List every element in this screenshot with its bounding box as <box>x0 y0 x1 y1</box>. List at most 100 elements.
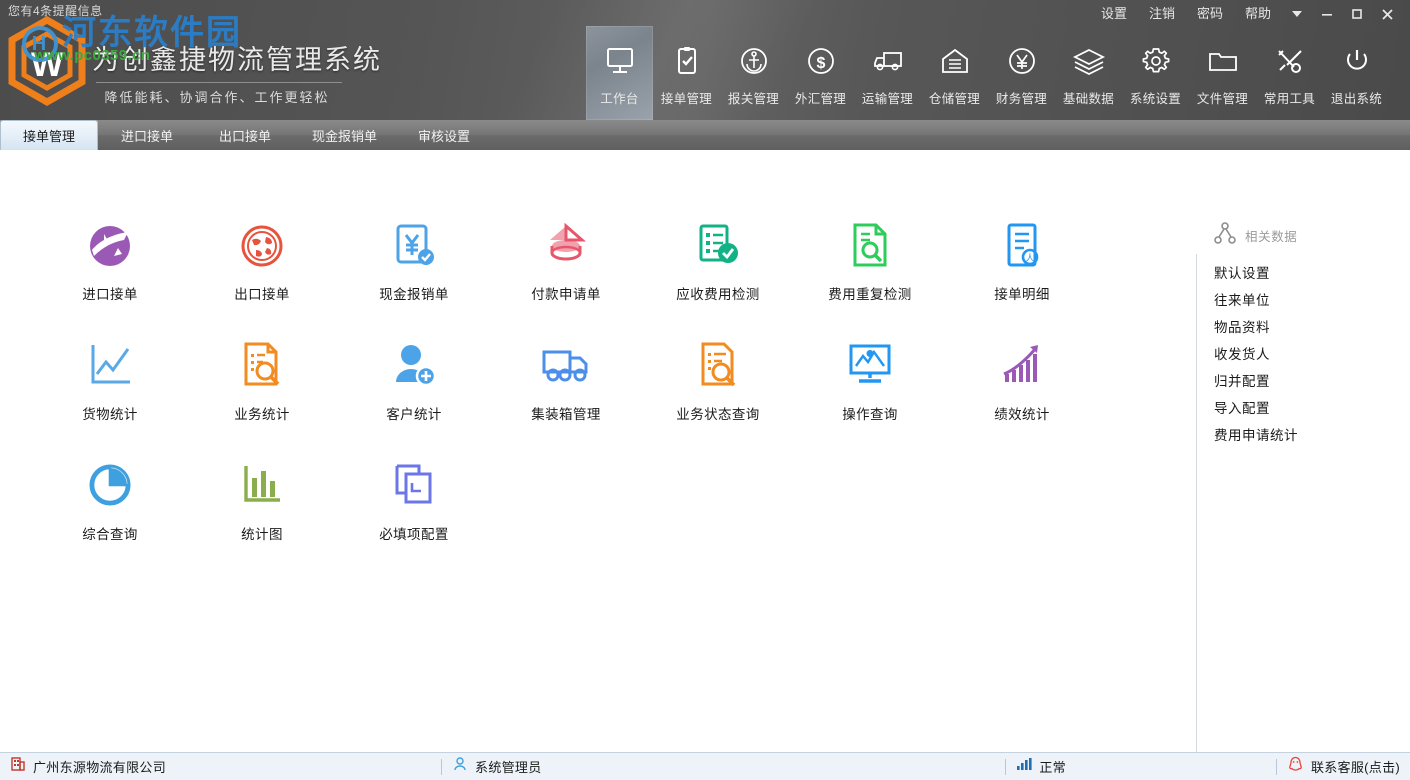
menu-settings[interactable]: 设置 <box>1090 0 1138 28</box>
main-toolbar: 工作台 接单管理 报关管理 $ 外汇管理 运输管理 仓储管理 财务管理 基础数据… <box>586 26 1390 120</box>
toolbar-item-order-management[interactable]: 接单管理 <box>653 26 720 120</box>
toolbar-item-warehouse[interactable]: 仓储管理 <box>921 26 988 120</box>
shortcut-label: 客户统计 <box>386 407 442 422</box>
app-subtitle: 降低能耗、协调合作、工作更轻松 <box>104 90 330 105</box>
toolbar-label: 仓储管理 <box>928 92 981 106</box>
shortcut-cash-reimbursement[interactable]: 现金报销单 <box>338 212 490 332</box>
related-item-default-settings[interactable]: 默认设置 <box>1214 260 1298 287</box>
toolbar-label: 基础数据 <box>1062 92 1115 106</box>
user-name: 系统管理员 <box>475 760 542 775</box>
related-item-goods-data[interactable]: 物品资料 <box>1214 314 1298 341</box>
shortcut-duplicate-fee-check[interactable]: 费用重复检测 <box>794 212 946 332</box>
payment-stack-icon <box>540 212 592 272</box>
related-item-import-config[interactable]: 导入配置 <box>1214 395 1298 422</box>
shortcut-label: 货物统计 <box>82 407 138 422</box>
shortcut-payment-request[interactable]: 付款申请单 <box>490 212 642 332</box>
toolbar-label: 报关管理 <box>727 92 780 106</box>
shortcut-label: 统计图 <box>241 527 283 542</box>
power-icon <box>1341 40 1373 82</box>
toolbar-label: 工作台 <box>600 92 639 106</box>
maximize-icon[interactable] <box>1342 1 1372 27</box>
status-user: 系统管理员 <box>442 753 552 780</box>
shortcut-container-management[interactable]: 集装箱管理 <box>490 332 642 452</box>
shortcut-export-order[interactable]: 出口接单 <box>186 212 338 332</box>
shortcut-business-status-query[interactable]: 业务状态查询 <box>642 332 794 452</box>
minimize-icon[interactable] <box>1312 1 1342 27</box>
tab-import-order[interactable]: 进口接单 <box>98 120 196 150</box>
tab-order-management[interactable]: 接单管理 <box>0 120 98 150</box>
tab-cash-reimbursement[interactable]: 现金报销单 <box>294 120 395 150</box>
related-data-list: 默认设置 往来单位 物品资料 收发货人 归并配置 导入配置 费用申请统计 <box>1214 260 1298 449</box>
toolbar-label: 常用工具 <box>1263 92 1316 106</box>
shortcut-import-order[interactable]: 进口接单 <box>34 212 186 332</box>
folder-icon <box>1206 40 1240 82</box>
dropdown-icon[interactable] <box>1282 1 1312 27</box>
related-item-business-partners[interactable]: 往来单位 <box>1214 287 1298 314</box>
toolbar-label: 财务管理 <box>995 92 1048 106</box>
panel-divider <box>1196 254 1197 752</box>
shortcut-comprehensive-query[interactable]: 综合查询 <box>34 452 186 572</box>
toolbar-item-exit[interactable]: 退出系统 <box>1323 26 1390 120</box>
status-connection: 正常 <box>1006 753 1076 780</box>
doc-lines-icon: 人 <box>996 212 1048 272</box>
related-item-fee-request-statistics[interactable]: 费用申请统计 <box>1214 422 1298 449</box>
shortcut-label: 付款申请单 <box>531 287 601 302</box>
shortcut-operation-query[interactable]: 操作查询 <box>794 332 946 452</box>
brand-divider <box>96 82 342 83</box>
pie-chart-icon <box>84 452 136 512</box>
monitor-icon <box>604 40 636 82</box>
clipboard-check-icon <box>671 40 703 82</box>
globe-stamp-icon <box>236 212 288 272</box>
shortcut-label: 业务统计 <box>234 407 290 422</box>
toolbar-item-customs[interactable]: 报关管理 <box>720 26 787 120</box>
gear-icon <box>1140 40 1172 82</box>
related-item-merge-config[interactable]: 归并配置 <box>1214 368 1298 395</box>
toolbar-label: 退出系统 <box>1330 92 1383 106</box>
person-icon <box>452 756 468 777</box>
menu-password[interactable]: 密码 <box>1186 0 1234 28</box>
tab-audit-settings[interactable]: 审核设置 <box>395 120 493 150</box>
shortcut-required-field-config[interactable]: 必填项配置 <box>338 452 490 572</box>
shortcut-business-statistics[interactable]: 业务统计 <box>186 332 338 452</box>
menu-logout[interactable]: 注销 <box>1138 0 1186 28</box>
related-data-title: 相关数据 <box>1245 230 1298 244</box>
shortcut-label: 费用重复检测 <box>828 287 912 302</box>
toolbar-item-finance[interactable]: 财务管理 <box>988 26 1055 120</box>
shortcut-performance-statistics[interactable]: 绩效统计 <box>946 332 1098 452</box>
notification-text: 您有4条提醒信息 <box>8 4 103 18</box>
anchor-circle-icon <box>738 40 770 82</box>
shortcut-cargo-statistics[interactable]: 货物统计 <box>34 332 186 452</box>
shortcut-row: 综合查询 统计图 必填项配置 <box>34 452 1154 572</box>
globe-plane-icon <box>84 212 136 272</box>
toolbar-label: 外汇管理 <box>794 92 847 106</box>
close-icon[interactable] <box>1372 1 1402 27</box>
support-link: 联系客服(点击) <box>1310 760 1400 775</box>
building-icon <box>10 756 26 777</box>
status-support[interactable]: 联系客服(点击) <box>1277 753 1410 780</box>
shortcut-label: 接单明细 <box>994 287 1050 302</box>
shortcut-customer-statistics[interactable]: 客户统计 <box>338 332 490 452</box>
related-item-consignee-shipper[interactable]: 收发货人 <box>1214 341 1298 368</box>
truck-icon <box>871 40 905 82</box>
tab-export-order[interactable]: 出口接单 <box>196 120 294 150</box>
toolbar-label: 运输管理 <box>861 92 914 106</box>
toolbar-item-file-management[interactable]: 文件管理 <box>1189 26 1256 120</box>
toolbar-item-transport[interactable]: 运输管理 <box>854 26 921 120</box>
container-truck-icon <box>538 332 594 392</box>
monitor-chart-icon <box>843 332 897 392</box>
shortcut-row: 进口接单 出口接单 现金报销单 付款申请单 应收费用检测 费用重复检测 人 接单… <box>34 212 1154 332</box>
toolbar-item-forex[interactable]: $ 外汇管理 <box>787 26 854 120</box>
toolbar-item-workbench[interactable]: 工作台 <box>586 26 653 120</box>
menu-help[interactable]: 帮助 <box>1234 0 1282 28</box>
shortcut-receivable-check[interactable]: 应收费用检测 <box>642 212 794 332</box>
shortcut-row: 货物统计 业务统计 客户统计 集装箱管理 业务状态查询 操作查询 绩效统计 <box>34 332 1154 452</box>
toolbar-item-system-settings[interactable]: 系统设置 <box>1122 26 1189 120</box>
shortcut-statistics-chart[interactable]: 统计图 <box>186 452 338 572</box>
bar-chart-icon <box>236 452 288 512</box>
status-bar: 广州东源物流有限公司 系统管理员 正常 联系客服(点击) <box>0 752 1410 780</box>
shortcut-order-detail[interactable]: 人 接单明细 <box>946 212 1098 332</box>
yen-circle-icon <box>1006 40 1038 82</box>
toolbar-item-basic-data[interactable]: 基础数据 <box>1055 26 1122 120</box>
toolbar-item-tools[interactable]: 常用工具 <box>1256 26 1323 120</box>
related-data-panel: 相关数据 默认设置 往来单位 物品资料 收发货人 归并配置 导入配置 费用申请统… <box>1196 222 1410 752</box>
